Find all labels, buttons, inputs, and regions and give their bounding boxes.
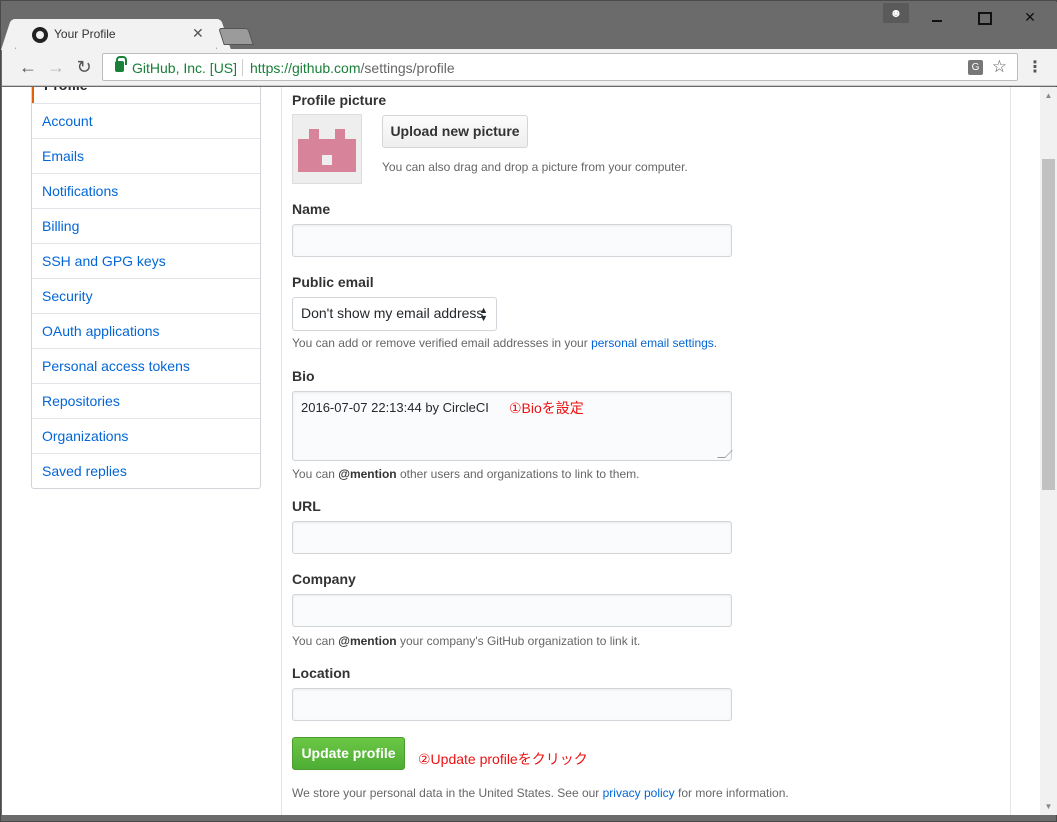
name-label: Name xyxy=(292,201,331,217)
tab-title: Your Profile xyxy=(54,27,116,41)
scrollbar-thumb[interactable] xyxy=(1042,159,1055,490)
page-viewport: Profile Account Emails Notifications Bil… xyxy=(2,87,1057,815)
location-label: Location xyxy=(292,665,351,681)
location-input[interactable] xyxy=(292,688,732,721)
titlebar: Your Profile ✕ ☻ ✕ xyxy=(2,2,1057,50)
url-input[interactable] xyxy=(292,521,732,554)
back-arrow-icon[interactable]: ← xyxy=(16,55,40,79)
address-bar[interactable]: GitHub, Inc. [US] https://github.com/set… xyxy=(102,53,1018,81)
tab-close-icon[interactable]: ✕ xyxy=(192,25,204,42)
update-profile-button[interactable]: Update profile xyxy=(292,737,405,770)
company-label: Company xyxy=(292,571,356,587)
bio-annotation: ①Bioを設定 xyxy=(509,400,584,416)
bio-label: Bio xyxy=(292,368,315,384)
public-email-select[interactable]: Don't show my email address ▲ ▼ xyxy=(292,297,497,331)
avatar-identicon-ear-right xyxy=(335,129,345,141)
avatar-identicon-ear-left xyxy=(309,129,319,141)
sidebar-item-oauth-applications[interactable]: OAuth applications xyxy=(32,313,260,348)
company-note: You can @mention your company's GitHub o… xyxy=(292,634,640,648)
privacy-note: We store your personal data in the Unite… xyxy=(292,786,789,800)
page-scrollbar[interactable]: ▲ ▼ xyxy=(1040,87,1057,815)
content-divider xyxy=(281,87,282,815)
translate-icon[interactable]: G xyxy=(968,60,983,75)
site-identity: GitHub, Inc. [US] xyxy=(132,60,238,76)
bio-value: 2016-07-07 22:13:44 by CircleCI xyxy=(301,400,489,415)
upload-note: You can also drag and drop a picture fro… xyxy=(382,160,688,174)
sidebar-item-profile[interactable]: Profile xyxy=(32,87,260,103)
personal-email-settings-link[interactable]: personal email settings xyxy=(591,336,714,350)
profile-picture-label: Profile picture xyxy=(292,92,387,108)
bio-note-mention: @mention xyxy=(338,467,397,481)
close-window-button[interactable]: ✕ xyxy=(1006,3,1054,32)
url-label: URL xyxy=(292,498,321,514)
lock-icon xyxy=(115,56,127,72)
scroll-up-arrow-icon[interactable]: ▲ xyxy=(1040,87,1057,104)
sidebar-item-billing[interactable]: Billing xyxy=(32,208,260,243)
maximize-button[interactable] xyxy=(960,3,1005,32)
scroll-down-arrow-icon[interactable]: ▼ xyxy=(1040,798,1057,815)
sidebar-item-ssh-gpg-keys[interactable]: SSH and GPG keys xyxy=(32,243,260,278)
resize-grip-icon[interactable] xyxy=(717,450,733,458)
url-separator xyxy=(242,59,243,76)
url-path: /settings/profile xyxy=(360,60,455,76)
github-icon xyxy=(32,27,48,43)
email-note-prefix: You can add or remove verified email add… xyxy=(292,336,592,350)
content-divider-right xyxy=(1010,87,1011,815)
browser-menu-icon[interactable]: ⋮ xyxy=(1027,57,1043,77)
browser-tab[interactable]: Your Profile ✕ xyxy=(16,19,216,50)
profile-user-icon[interactable]: ☻ xyxy=(883,3,909,23)
sidebar-item-saved-replies[interactable]: Saved replies xyxy=(32,453,260,488)
company-input[interactable] xyxy=(292,594,732,627)
minimize-button[interactable] xyxy=(914,3,959,32)
sidebar-item-account[interactable]: Account xyxy=(32,103,260,138)
new-tab-button[interactable] xyxy=(218,28,254,45)
company-note-prefix: You can xyxy=(292,634,339,648)
name-input[interactable] xyxy=(292,224,732,257)
bio-note-suffix: other users and organizations to link to… xyxy=(396,467,640,481)
url-host: https://github.com xyxy=(250,60,361,76)
privacy-note-prefix: We store your personal data in the Unite… xyxy=(292,786,603,800)
email-note-suffix: . xyxy=(713,336,718,350)
privacy-policy-link[interactable]: privacy policy xyxy=(603,786,675,800)
browser-toolbar: ← → ↻ GitHub, Inc. [US] https://github.c… xyxy=(2,49,1057,86)
bookmark-star-icon[interactable]: ☆ xyxy=(992,57,1007,77)
url-text: https://github.com/settings/profile xyxy=(250,60,455,76)
forward-arrow-icon[interactable]: → xyxy=(44,55,68,79)
select-arrows-icon: ▲ ▼ xyxy=(479,305,488,323)
privacy-note-suffix: for more information. xyxy=(674,786,789,800)
sidebar-item-notifications[interactable]: Notifications xyxy=(32,173,260,208)
update-annotation: ②Update profileをクリック xyxy=(418,751,588,767)
sidebar-item-personal-access-tokens[interactable]: Personal access tokens xyxy=(32,348,260,383)
company-note-suffix: your company's GitHub organization to li… xyxy=(396,634,641,648)
settings-sidebar: Profile Account Emails Notifications Bil… xyxy=(31,87,261,489)
public-email-label: Public email xyxy=(292,274,374,290)
sidebar-item-security[interactable]: Security xyxy=(32,278,260,313)
bio-note: You can @mention other users and organiz… xyxy=(292,467,639,481)
upload-picture-button[interactable]: Upload new picture xyxy=(382,115,528,148)
browser-window: Your Profile ✕ ☻ ✕ ← → ↻ GitHub, Inc. [U… xyxy=(0,0,1057,822)
avatar xyxy=(292,114,362,184)
sidebar-item-emails[interactable]: Emails xyxy=(32,138,260,173)
sidebar-item-repositories[interactable]: Repositories xyxy=(32,383,260,418)
avatar-identicon-hole xyxy=(322,155,332,165)
public-email-selected: Don't show my email address xyxy=(301,305,484,321)
email-note: You can add or remove verified email add… xyxy=(292,336,717,350)
sidebar-item-organizations[interactable]: Organizations xyxy=(32,418,260,453)
reload-icon[interactable]: ↻ xyxy=(72,55,96,79)
company-note-mention: @mention xyxy=(338,634,397,648)
bio-note-prefix: You can xyxy=(292,467,339,481)
